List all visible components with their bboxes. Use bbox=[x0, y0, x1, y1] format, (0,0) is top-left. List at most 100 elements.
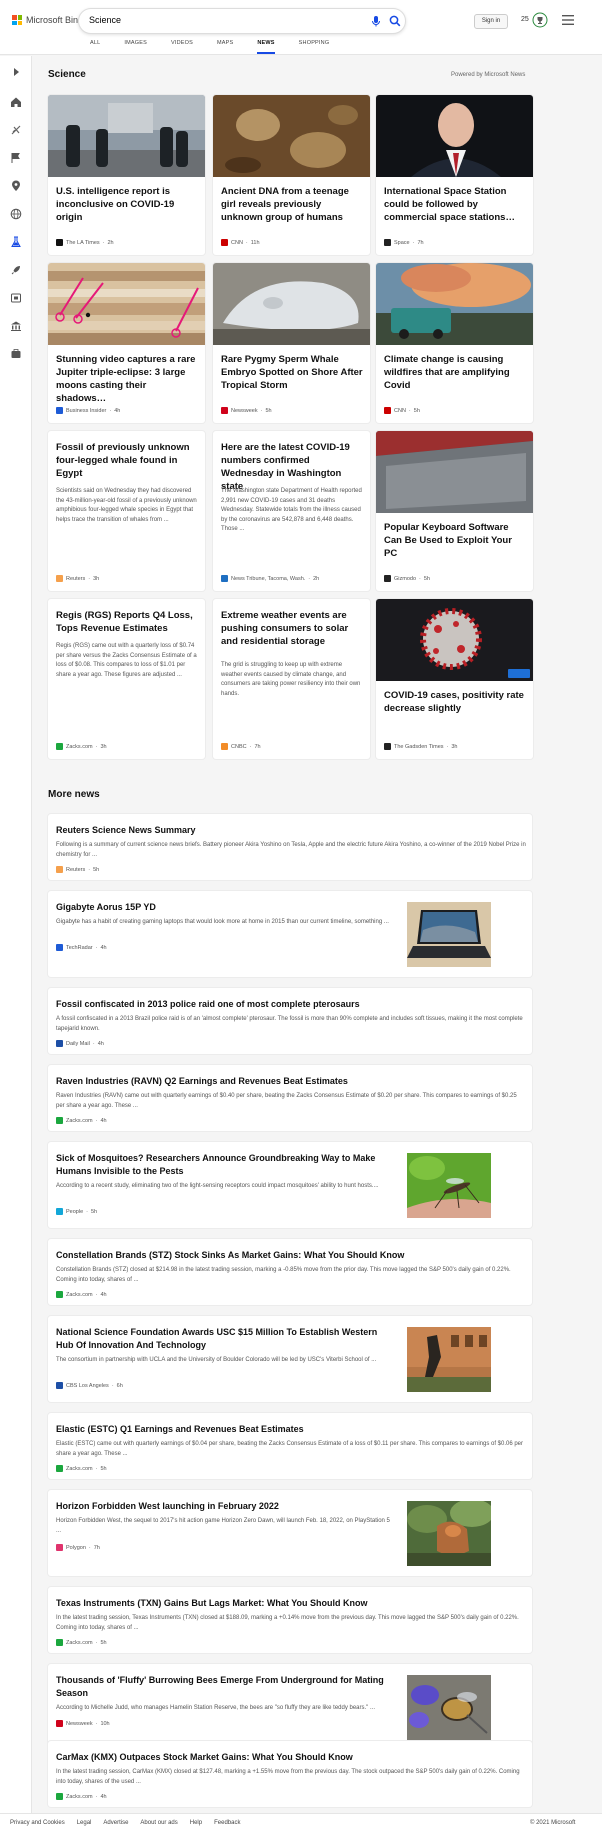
footer: Privacy and Cookies Legal Advertise Abou… bbox=[0, 1813, 602, 1833]
card-title[interactable]: Regis (RGS) Reports Q4 Loss, Tops Revenu… bbox=[56, 609, 198, 635]
header: Microsoft Bing Sign in 25 ALL IMAGES VID… bbox=[0, 0, 602, 55]
tab-maps[interactable]: MAPS bbox=[217, 40, 233, 54]
tab-news[interactable]: NEWS bbox=[257, 40, 275, 54]
list-item[interactable]: Elastic (ESTC) Q1 Earnings and Revenues … bbox=[48, 1413, 532, 1479]
news-title[interactable]: Sick of Mosquitoes? Researchers Announce… bbox=[56, 1152, 396, 1177]
news-title[interactable]: Fossil confiscated in 2013 police raid o… bbox=[56, 998, 516, 1011]
card-meta: Space · 7h bbox=[384, 239, 424, 246]
news-thumbnail bbox=[407, 1501, 491, 1566]
footer-link-legal[interactable]: Legal bbox=[77, 1820, 92, 1826]
news-card[interactable]: Fossil of previously unknown four-legged… bbox=[48, 431, 205, 591]
search-icon[interactable] bbox=[388, 14, 402, 28]
list-item[interactable]: Reuters Science News Summary Following i… bbox=[48, 814, 532, 880]
list-item[interactable]: National Science Foundation Awards USC $… bbox=[48, 1316, 532, 1402]
news-card[interactable]: Extreme weather events are pushing consu… bbox=[213, 599, 370, 759]
footer-link-privacy[interactable]: Privacy and Cookies bbox=[10, 1820, 65, 1826]
news-card[interactable]: Rare Pygmy Sperm Whale Embryo Spotted on… bbox=[213, 263, 370, 423]
news-card[interactable]: U.S. intelligence report is inconclusive… bbox=[48, 95, 205, 255]
source-logo-icon bbox=[56, 1117, 63, 1124]
list-item[interactable]: Horizon Forbidden West launching in Febr… bbox=[48, 1490, 532, 1576]
card-title[interactable]: Fossil of previously unknown four-legged… bbox=[56, 441, 198, 480]
list-item[interactable]: Texas Instruments (TXN) Gains But Lags M… bbox=[48, 1587, 532, 1653]
news-title[interactable]: National Science Foundation Awards USC $… bbox=[56, 1326, 396, 1351]
tab-videos[interactable]: VIDEOS bbox=[171, 40, 193, 54]
news-title[interactable]: Reuters Science News Summary bbox=[56, 824, 516, 837]
source-logo-icon bbox=[384, 575, 391, 582]
news-snippet: The consortium in partnership with UCLA … bbox=[56, 1357, 377, 1363]
news-snippet: Elastic (ESTC) came out with quarterly e… bbox=[56, 1441, 524, 1457]
tab-all[interactable]: ALL bbox=[90, 40, 100, 54]
news-card[interactable]: Regis (RGS) Reports Q4 Loss, Tops Revenu… bbox=[48, 599, 205, 759]
news-source: Zacks.com bbox=[66, 1793, 93, 1800]
news-title[interactable]: Raven Industries (RAVN) Q2 Earnings and … bbox=[56, 1075, 516, 1088]
tab-images[interactable]: IMAGES bbox=[124, 40, 147, 54]
source-logo-icon bbox=[56, 239, 63, 246]
news-title[interactable]: Texas Instruments (TXN) Gains But Lags M… bbox=[56, 1597, 516, 1610]
news-source: CBS Los Angeles bbox=[66, 1382, 109, 1389]
news-title[interactable]: Constellation Brands (STZ) Stock Sinks A… bbox=[56, 1249, 516, 1262]
news-title[interactable]: Horizon Forbidden West launching in Febr… bbox=[56, 1500, 396, 1513]
news-card[interactable]: COVID-19 cases, positivity rate decrease… bbox=[376, 599, 533, 759]
card-image bbox=[376, 95, 533, 177]
news-card[interactable]: Ancient DNA from a teenage girl reveals … bbox=[213, 95, 370, 255]
footer-link-help[interactable]: Help bbox=[190, 1820, 202, 1826]
card-title[interactable]: U.S. intelligence report is inconclusive… bbox=[56, 185, 198, 224]
footer-link-feedback[interactable]: Feedback bbox=[214, 1820, 240, 1826]
list-item[interactable]: Raven Industries (RAVN) Q2 Earnings and … bbox=[48, 1065, 532, 1131]
science-icon[interactable] bbox=[10, 236, 22, 248]
source-logo-icon bbox=[56, 1720, 63, 1727]
news-time: 4h bbox=[97, 1040, 104, 1047]
tab-shopping[interactable]: SHOPPING bbox=[299, 40, 330, 54]
news-card[interactable]: Climate change is causing wildfires that… bbox=[376, 263, 533, 423]
hamburger-menu-icon[interactable] bbox=[561, 14, 575, 26]
globe-icon[interactable] bbox=[10, 208, 22, 220]
microphone-icon[interactable] bbox=[369, 14, 383, 28]
card-title[interactable]: Climate change is causing wildfires that… bbox=[384, 353, 526, 392]
news-title[interactable]: CarMax (KMX) Outpaces Stock Market Gains… bbox=[56, 1751, 516, 1764]
card-title[interactable]: Ancient DNA from a teenage girl reveals … bbox=[221, 185, 363, 224]
card-title[interactable]: Here are the latest COVID-19 numbers con… bbox=[221, 441, 363, 493]
list-item[interactable]: Thousands of 'Fluffy' Burrowing Bees Eme… bbox=[48, 1664, 532, 1750]
news-card[interactable]: International Space Station could be fol… bbox=[376, 95, 533, 255]
search-input[interactable] bbox=[89, 15, 359, 25]
news-card[interactable]: Stunning video captures a rare Jupiter t… bbox=[48, 263, 205, 423]
rewards-trophy-icon[interactable] bbox=[532, 12, 548, 28]
news-card[interactable]: Here are the latest COVID-19 numbers con… bbox=[213, 431, 370, 591]
card-source: CNBC bbox=[231, 743, 247, 750]
health-icon[interactable] bbox=[10, 348, 22, 360]
news-time: 5h bbox=[100, 1465, 107, 1472]
card-title[interactable]: International Space Station could be fol… bbox=[384, 185, 526, 224]
money-icon[interactable] bbox=[10, 320, 22, 332]
list-item[interactable]: Sick of Mosquitoes? Researchers Announce… bbox=[48, 1142, 532, 1228]
bing-logo[interactable]: Microsoft Bing bbox=[12, 15, 83, 25]
card-title[interactable]: Extreme weather events are pushing consu… bbox=[221, 609, 363, 648]
card-meta: News Tribune, Tacoma, Wash. · 2h bbox=[221, 575, 319, 582]
card-title[interactable]: Stunning video captures a rare Jupiter t… bbox=[56, 353, 198, 405]
footer-link-advertise[interactable]: Advertise bbox=[103, 1820, 128, 1826]
news-title[interactable]: Elastic (ESTC) Q1 Earnings and Revenues … bbox=[56, 1423, 516, 1436]
home-icon[interactable] bbox=[10, 96, 22, 108]
source-logo-icon bbox=[56, 1793, 63, 1800]
news-card[interactable]: Popular Keyboard Software Can Be Used to… bbox=[376, 431, 533, 591]
list-item[interactable]: Fossil confiscated in 2013 police raid o… bbox=[48, 988, 532, 1054]
flag-icon[interactable] bbox=[10, 152, 22, 164]
card-title[interactable]: Rare Pygmy Sperm Whale Embryo Spotted on… bbox=[221, 353, 363, 392]
footer-links: Privacy and Cookies Legal Advertise Abou… bbox=[10, 1820, 240, 1826]
entertainment-icon[interactable] bbox=[10, 292, 22, 304]
card-title[interactable]: Popular Keyboard Software Can Be Used to… bbox=[384, 521, 526, 560]
sign-in-button[interactable]: Sign in bbox=[474, 14, 508, 29]
list-item[interactable]: Gigabyte Aorus 15P YD Gigabyte has a hab… bbox=[48, 891, 532, 977]
card-source: CNN bbox=[394, 407, 406, 414]
news-title[interactable]: Gigabyte Aorus 15P YD bbox=[56, 901, 396, 914]
card-title[interactable]: COVID-19 cases, positivity rate decrease… bbox=[384, 689, 526, 715]
footer-link-about-ads[interactable]: About our ads bbox=[140, 1820, 177, 1826]
expand-icon[interactable] bbox=[10, 66, 22, 78]
rocket-icon[interactable] bbox=[10, 264, 22, 276]
location-icon[interactable] bbox=[10, 180, 22, 192]
news-meta: Zacks.com · 4h bbox=[56, 1793, 107, 1800]
list-item[interactable]: CarMax (KMX) Outpaces Stock Market Gains… bbox=[48, 1741, 532, 1807]
list-item[interactable]: Constellation Brands (STZ) Stock Sinks A… bbox=[48, 1239, 532, 1305]
card-meta: Newsweek · 5h bbox=[221, 407, 272, 414]
news-title[interactable]: Thousands of 'Fluffy' Burrowing Bees Eme… bbox=[56, 1674, 396, 1699]
sports-icon[interactable] bbox=[10, 124, 22, 136]
